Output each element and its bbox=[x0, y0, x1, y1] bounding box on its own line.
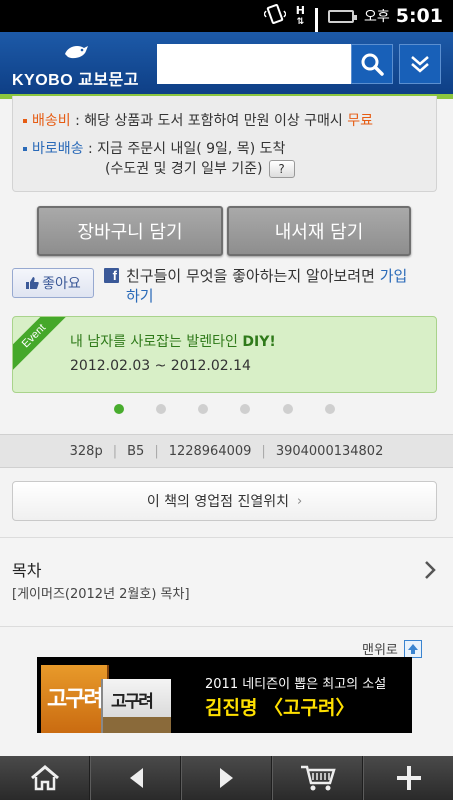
facebook-icon: f bbox=[104, 268, 119, 283]
arrow-up-icon bbox=[403, 639, 422, 658]
forward-button[interactable] bbox=[181, 756, 272, 800]
direct-delivery-row: 바로배송 : 지금 주문시 내일( 9일, 목) 도착 bbox=[23, 138, 285, 158]
help-button[interactable]: ? bbox=[268, 160, 295, 178]
kyobo-logo[interactable]: KYOBO 교보문고 bbox=[12, 42, 147, 89]
logo-text: KYOBO 교보문고 bbox=[12, 72, 139, 89]
status-ampm: 오후 bbox=[363, 9, 390, 25]
search-icon bbox=[361, 53, 384, 76]
add-to-cart-button[interactable]: 장바구니 담기 bbox=[37, 206, 223, 256]
cart-icon bbox=[300, 765, 336, 791]
event-banner[interactable]: Event 내 남자를 사로잡는 발렌타인 DIY! 2012.02.03 ~ … bbox=[12, 316, 437, 393]
forward-icon bbox=[219, 768, 233, 788]
new-tab-button[interactable] bbox=[363, 756, 453, 800]
home-button[interactable] bbox=[0, 756, 90, 800]
direct-text: : 지금 주문시 내일( 9일, 목) 도착 bbox=[83, 141, 286, 157]
browser-toolbar bbox=[0, 756, 453, 800]
status-bar: H ⇅ 오후 5:01 bbox=[0, 0, 453, 58]
plus-icon bbox=[396, 766, 421, 790]
back-to-top-link[interactable]: 맨위로 bbox=[362, 639, 422, 658]
cart-button[interactable] bbox=[272, 756, 363, 800]
facebook-prompt: 친구들이 무엇을 좋아하는지 알아보려면 가입하기 bbox=[126, 266, 416, 306]
vibrate-icon bbox=[262, 4, 287, 28]
event-dates: 2012.02.03 ~ 2012.02.14 bbox=[70, 358, 251, 374]
ad-book-cover: 고구려 bbox=[101, 679, 171, 733]
store-location-button[interactable]: 이 책의 영업점 진열위치 › bbox=[12, 481, 437, 521]
ad-headline: 김진명 〈고구려〉 bbox=[205, 697, 355, 719]
event-ribbon: Event bbox=[13, 317, 71, 373]
menu-toggle-button[interactable] bbox=[399, 44, 441, 84]
pager-dot-4[interactable] bbox=[240, 404, 250, 414]
bullet-icon bbox=[23, 147, 27, 151]
ad-banner[interactable]: 고구려 고구려 2011 네티즌이 뽑은 최고의 소설 김진명 〈고구려〉 bbox=[37, 657, 412, 733]
toc-description: [게이머즈(2012년 2월호) 목차] bbox=[12, 587, 190, 602]
search-button[interactable] bbox=[351, 44, 393, 84]
event-title: 내 남자를 사로잡는 발렌타인 DIY! bbox=[70, 331, 276, 351]
shipping-fee-row: 배송비 : 해당 상품과 도서 포함하여 만원 이상 구매시 무료 bbox=[23, 110, 373, 130]
store-location-label: 이 책의 영업점 진열위치 bbox=[146, 494, 289, 510]
carousel-pager bbox=[0, 404, 453, 418]
pager-dot-2[interactable] bbox=[156, 404, 166, 414]
chevron-double-down-icon bbox=[411, 56, 429, 73]
ad-book-cover: 고구려 bbox=[41, 665, 109, 733]
back-to-top-label: 맨위로 bbox=[362, 643, 398, 658]
status-time: 5:01 bbox=[395, 5, 443, 27]
bird-logo-icon bbox=[65, 46, 88, 59]
h-network-icon: H ⇅ bbox=[295, 3, 305, 27]
spec-separator: | bbox=[112, 443, 118, 459]
shipping-free: 무료 bbox=[347, 113, 374, 129]
spec-issn: 1228964009 bbox=[168, 443, 252, 459]
event-title-text: 내 남자를 사로잡는 발렌타인 bbox=[70, 334, 243, 350]
shipping-text: : 해당 상품과 도서 포함하여 만원 이상 구매시 bbox=[70, 113, 348, 129]
home-icon bbox=[30, 765, 59, 791]
pager-dot-1[interactable] bbox=[114, 404, 124, 414]
chevron-right-icon: › bbox=[296, 493, 303, 509]
spec-size: B5 bbox=[127, 443, 145, 459]
thumbs-up-icon bbox=[26, 277, 39, 289]
pager-dot-6[interactable] bbox=[325, 404, 335, 414]
toc-title: 목차 bbox=[12, 561, 42, 580]
ad-book-title: 고구려 bbox=[111, 692, 154, 712]
add-to-shelf-button[interactable]: 내서재 담기 bbox=[227, 206, 411, 256]
spec-barcode: 3904000134802 bbox=[275, 443, 384, 459]
back-icon bbox=[129, 768, 143, 788]
ad-book-title: 고구려 bbox=[47, 687, 104, 712]
pager-dot-3[interactable] bbox=[198, 404, 208, 414]
pager-dot-5[interactable] bbox=[283, 404, 293, 414]
direct-label: 바로배송 bbox=[32, 141, 84, 157]
shipping-label: 배송비 bbox=[32, 113, 71, 129]
facebook-like-button[interactable]: 좋아요 bbox=[12, 268, 94, 298]
spec-pages: 328p bbox=[69, 443, 103, 459]
event-title-bold: DIY! bbox=[242, 334, 276, 350]
ad-tagline: 2011 네티즌이 뽑은 최고의 소설 bbox=[205, 677, 387, 692]
search-input[interactable] bbox=[157, 44, 351, 84]
table-of-contents[interactable]: 목차 [게이머즈(2012년 2월호) 목차] bbox=[0, 538, 453, 626]
like-label: 좋아요 bbox=[42, 276, 81, 292]
bullet-icon bbox=[23, 119, 27, 123]
spec-separator: | bbox=[154, 443, 159, 459]
facebook-prompt-text: 친구들이 무엇을 좋아하는지 알아보려면 bbox=[126, 267, 380, 285]
chevron-right-icon bbox=[425, 561, 436, 579]
direct-delivery-note: (수도권 및 경기 일부 기준)? bbox=[105, 158, 295, 178]
signal-icon bbox=[314, 8, 318, 58]
battery-icon bbox=[327, 9, 357, 23]
delivery-info: 배송비 : 해당 상품과 도서 포함하여 만원 이상 구매시 무료 바로배송 :… bbox=[12, 96, 437, 192]
divider bbox=[0, 626, 453, 627]
spec-separator: | bbox=[261, 443, 266, 459]
direct-sub-text: (수도권 및 경기 일부 기준) bbox=[105, 161, 263, 177]
back-button[interactable] bbox=[90, 756, 181, 800]
book-specs: 328p | B5 | 1228964009 | 3904000134802 bbox=[0, 434, 453, 468]
